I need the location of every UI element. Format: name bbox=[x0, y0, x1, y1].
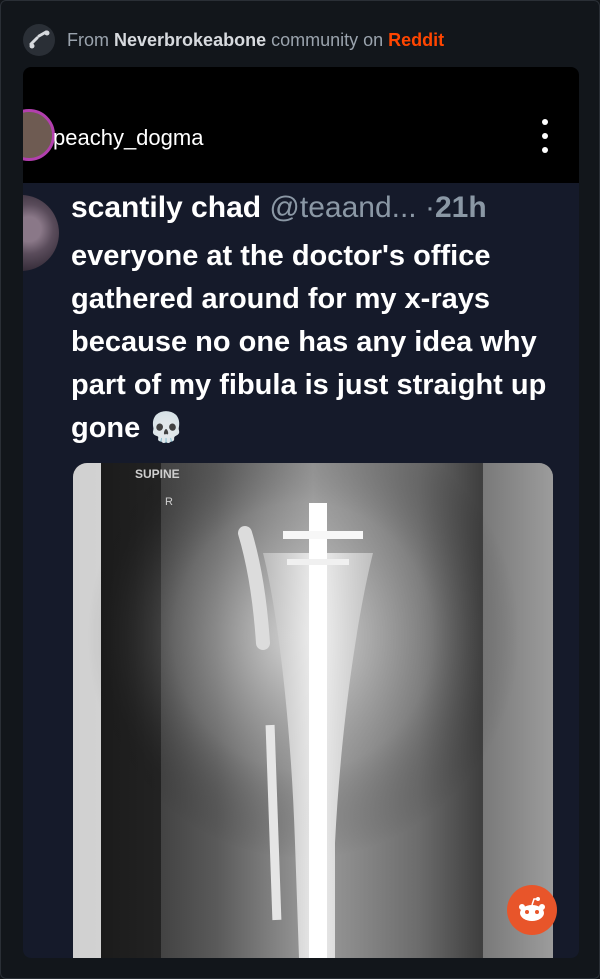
tweet-separator: · bbox=[424, 191, 435, 224]
tweet-body: everyone at the doctor's office gathered… bbox=[71, 240, 547, 444]
tweet-avatar bbox=[23, 195, 59, 271]
tweet-display-name: scantily chad bbox=[71, 191, 262, 224]
post-username[interactable]: peachy_dogma bbox=[53, 125, 203, 151]
reddit-snoo-icon[interactable] bbox=[507, 885, 557, 935]
post-card: peachy_dogma scantily chad @teaand... ·2… bbox=[23, 67, 579, 958]
skull-emoji: 💀 bbox=[148, 412, 185, 444]
embed-header: From Neverbrokeabone community on Reddit bbox=[23, 23, 444, 57]
xray-image: SUPINE R bbox=[73, 463, 553, 958]
avatar[interactable] bbox=[23, 109, 55, 161]
vertical-ellipsis-icon[interactable] bbox=[541, 119, 549, 153]
reddit-link[interactable]: Reddit bbox=[388, 30, 444, 50]
embed-frame: From Neverbrokeabone community on Reddit… bbox=[0, 0, 600, 979]
xray-label-side: R bbox=[165, 496, 173, 508]
post-header: peachy_dogma bbox=[23, 67, 579, 183]
community-link[interactable]: Neverbrokeabone bbox=[114, 30, 266, 50]
xray-label-supine: SUPINE bbox=[135, 467, 180, 481]
header-middle: community on bbox=[271, 29, 384, 50]
tweet-time: 21h bbox=[434, 191, 487, 224]
broken-bone-icon[interactable] bbox=[23, 24, 55, 56]
tweet-text: everyone at the doctor's office gathered… bbox=[71, 235, 561, 450]
tweet-meta: scantily chad @teaand... ·21h bbox=[71, 191, 487, 225]
tweet-handle: @teaand... bbox=[269, 191, 417, 224]
header-prefix: From bbox=[67, 29, 109, 50]
